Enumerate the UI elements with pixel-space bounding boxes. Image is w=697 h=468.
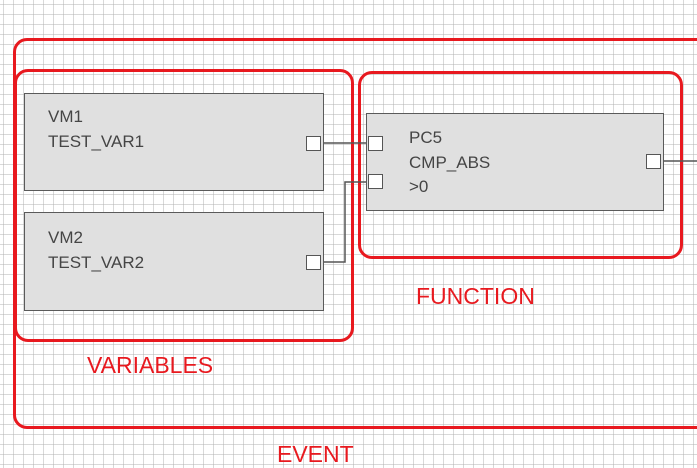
pc5-output-port[interactable] — [646, 154, 661, 169]
vm2-block[interactable]: VM2 TEST_VAR2 — [24, 212, 324, 311]
vm2-id: VM2 — [48, 228, 83, 247]
pc5-input-port-2[interactable] — [368, 174, 383, 189]
diagram-canvas: FUNCTION VARIABLES EVENT VM1 TEST_VAR1 V… — [0, 0, 697, 468]
vm1-output-port[interactable] — [306, 136, 321, 151]
vm2-variable: TEST_VAR2 — [48, 253, 145, 272]
pc5-block[interactable]: PC5 CMP_ABS >0 — [366, 113, 664, 211]
event-group-label: EVENT — [277, 441, 354, 467]
pc5-input-port-1[interactable] — [368, 136, 383, 151]
pc5-condition: >0 — [409, 177, 429, 196]
function-group-label: FUNCTION — [416, 283, 535, 309]
pc5-id: PC5 — [409, 128, 443, 147]
vm1-variable: TEST_VAR1 — [48, 132, 145, 151]
vm1-id: VM1 — [48, 107, 83, 126]
vm1-block[interactable]: VM1 TEST_VAR1 — [24, 93, 324, 191]
variables-group-label: VARIABLES — [87, 352, 214, 378]
pc5-operation: CMP_ABS — [409, 153, 491, 172]
vm2-output-port[interactable] — [306, 255, 321, 270]
